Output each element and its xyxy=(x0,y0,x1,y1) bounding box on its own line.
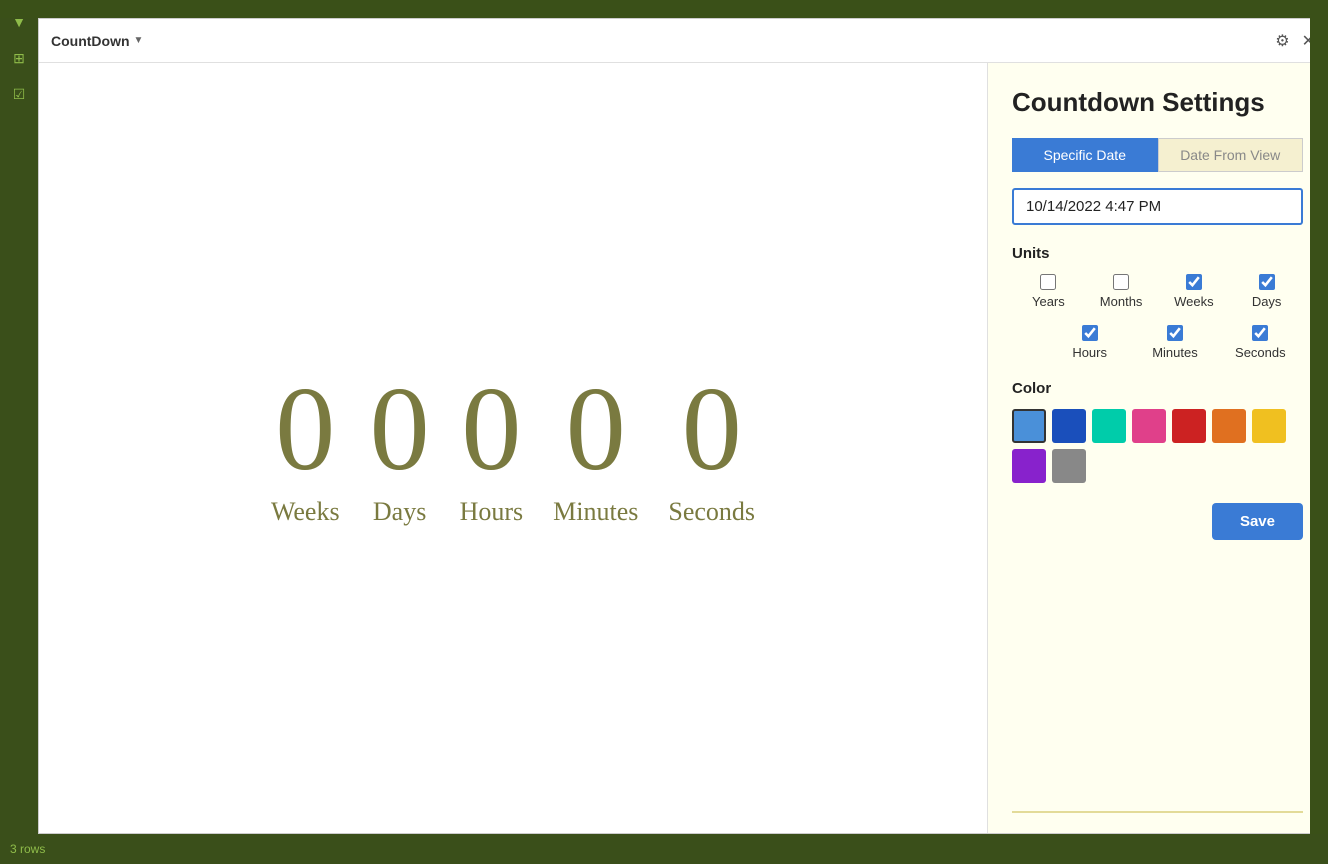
right-edge xyxy=(1310,18,1328,834)
modal-titlebar: CountDown ▼ ⚙ ✕ xyxy=(39,19,1327,63)
countdown-number: 0 xyxy=(275,369,335,489)
color-swatch-teal[interactable] xyxy=(1092,409,1126,443)
countdown-number: 0 xyxy=(682,369,742,489)
settings-title: Countdown Settings xyxy=(1012,87,1303,118)
checkbox-label-days: Days xyxy=(1252,294,1282,309)
save-button[interactable]: Save xyxy=(1212,503,1303,540)
countdown-label: Weeks xyxy=(271,497,340,527)
units-label: Units xyxy=(1012,245,1303,262)
checkbox-item-weeks: Weeks xyxy=(1158,274,1231,309)
color-label: Color xyxy=(1012,380,1303,397)
color-swatch-gray[interactable] xyxy=(1052,449,1086,483)
checkbox-item-seconds: Seconds xyxy=(1218,325,1303,360)
checkbox-hours[interactable] xyxy=(1082,325,1098,341)
checkbox-months[interactable] xyxy=(1113,274,1129,290)
units-checkbox-row1: Years Months Weeks Days xyxy=(1012,274,1303,309)
checkbox-label-seconds: Seconds xyxy=(1235,345,1286,360)
checkbox-seconds[interactable] xyxy=(1252,325,1268,341)
left-sidebar: ▼ ⊞ ☑ xyxy=(0,0,38,864)
checkbox-label-weeks: Weeks xyxy=(1174,294,1214,309)
datetime-input[interactable] xyxy=(1012,188,1303,225)
color-swatch-red[interactable] xyxy=(1172,409,1206,443)
checkbox-years[interactable] xyxy=(1040,274,1056,290)
date-type-toggle: Specific Date Date From View xyxy=(1012,138,1303,172)
specific-date-button[interactable]: Specific Date xyxy=(1012,138,1158,172)
modal-title: CountDown ▼ xyxy=(51,33,143,49)
checkbox-item-hours: Hours xyxy=(1047,325,1132,360)
checkbox-weeks[interactable] xyxy=(1186,274,1202,290)
color-swatch-dark-blue[interactable] xyxy=(1052,409,1086,443)
countdown-label: Minutes xyxy=(553,497,638,527)
countdown-unit-weeks: 0 Weeks xyxy=(271,369,340,527)
sidebar-icon-grid[interactable]: ⊞ xyxy=(5,44,33,72)
checkbox-label-hours: Hours xyxy=(1072,345,1107,360)
countdown-display: 0 Weeks 0 Days 0 Hours 0 Minutes 0 Seconds xyxy=(39,63,987,833)
countdown-unit-minutes: 0 Minutes xyxy=(553,369,638,527)
countdown-unit-days: 0 Days xyxy=(370,369,430,527)
countdown-label: Seconds xyxy=(668,497,755,527)
color-grid xyxy=(1012,409,1303,483)
checkbox-days[interactable] xyxy=(1259,274,1275,290)
settings-panel: Countdown Settings Specific Date Date Fr… xyxy=(987,63,1327,833)
checkbox-label-months: Months xyxy=(1100,294,1143,309)
checkbox-item-days: Days xyxy=(1230,274,1303,309)
checkbox-label-years: Years xyxy=(1032,294,1065,309)
countdown-number: 0 xyxy=(461,369,521,489)
countdown-unit-seconds: 0 Seconds xyxy=(668,369,755,527)
color-swatch-pink[interactable] xyxy=(1132,409,1166,443)
countdown-number: 0 xyxy=(370,369,430,489)
rows-count-label: 3 rows xyxy=(10,842,45,856)
countdown-label: Hours xyxy=(460,497,524,527)
gear-icon[interactable]: ⚙ xyxy=(1275,31,1289,51)
modal-dialog: CountDown ▼ ⚙ ✕ 0 Weeks 0 Days 0 Hours 0 Minute… xyxy=(38,18,1328,834)
color-swatch-yellow[interactable] xyxy=(1252,409,1286,443)
sidebar-icon-check[interactable]: ☑ xyxy=(5,80,33,108)
modal-title-arrow[interactable]: ▼ xyxy=(134,35,144,46)
countdown-unit-hours: 0 Hours xyxy=(460,369,524,527)
countdown-numbers: 0 Weeks 0 Days 0 Hours 0 Minutes 0 Seconds xyxy=(271,369,755,527)
units-checkbox-row2: Hours Minutes Seconds xyxy=(1012,325,1303,360)
checkbox-item-minutes: Minutes xyxy=(1132,325,1217,360)
date-from-view-button[interactable]: Date From View xyxy=(1158,138,1304,172)
checkbox-label-minutes: Minutes xyxy=(1152,345,1198,360)
modal-overlay: CountDown ▼ ⚙ ✕ 0 Weeks 0 Days 0 Hours 0 Minute… xyxy=(38,18,1328,834)
checkbox-item-years: Years xyxy=(1012,274,1085,309)
color-swatch-light-blue[interactable] xyxy=(1012,409,1046,443)
settings-bottom-divider xyxy=(1012,811,1303,813)
bottom-bar: 3 rows xyxy=(0,834,1328,864)
modal-title-text: CountDown xyxy=(51,33,130,49)
checkbox-item-months: Months xyxy=(1085,274,1158,309)
checkbox-minutes[interactable] xyxy=(1167,325,1183,341)
countdown-number: 0 xyxy=(566,369,626,489)
color-swatch-purple[interactable] xyxy=(1012,449,1046,483)
top-bar xyxy=(0,0,1328,18)
countdown-label: Days xyxy=(373,497,426,527)
color-swatch-orange[interactable] xyxy=(1212,409,1246,443)
